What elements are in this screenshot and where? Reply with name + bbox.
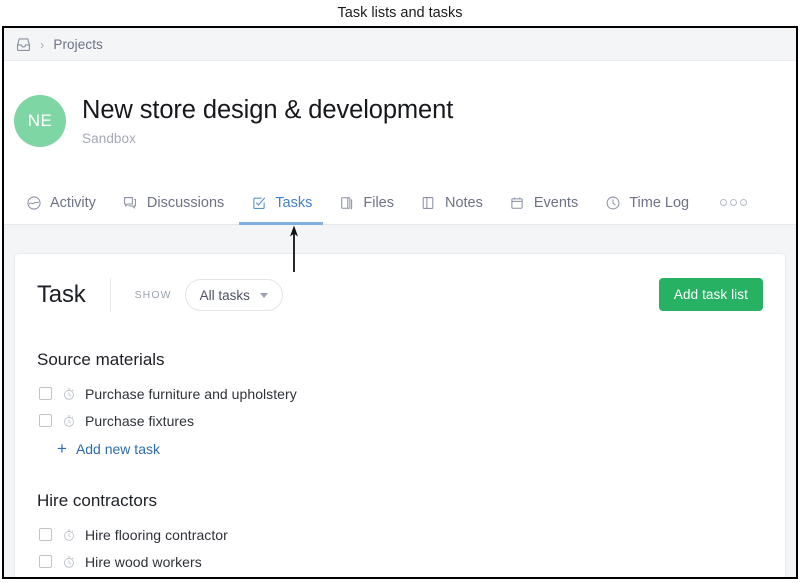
task-checkbox[interactable] (39, 528, 52, 541)
tab-notes-label: Notes (444, 194, 483, 211)
tab-time-log-label: Time Log (629, 194, 690, 211)
checkbox-check-icon (250, 194, 267, 211)
chevron-down-icon (259, 292, 268, 298)
project-subtitle: Sandbox (82, 130, 136, 146)
task-checkbox[interactable] (39, 387, 52, 400)
task-name: Purchase fixtures (85, 412, 195, 429)
tasks-heading: Task (37, 281, 86, 308)
content-region: Task SHOW All tasks Add task list Source… (4, 225, 796, 577)
task-row[interactable]: Purchase fixtures (37, 407, 763, 434)
notes-book-icon (420, 194, 437, 211)
tasks-card: Task SHOW All tasks Add task list Source… (14, 253, 786, 577)
task-name: Hire flooring contractor (85, 526, 228, 543)
stopwatch-icon[interactable] (61, 527, 76, 542)
breadcrumb-item-projects[interactable]: Projects (53, 37, 103, 52)
clock-icon (604, 194, 621, 211)
stopwatch-icon[interactable] (61, 413, 76, 428)
ellipsis-icon (720, 199, 748, 206)
tab-time-log[interactable]: Time Log (591, 181, 702, 224)
task-filter-value: All tasks (199, 287, 250, 303)
figure-caption: Task lists and tasks (337, 5, 463, 21)
inbox-icon[interactable] (14, 35, 32, 53)
tab-notes[interactable]: Notes (407, 181, 496, 224)
tab-activity[interactable]: Activity (12, 181, 109, 224)
breadcrumb-separator: › (40, 36, 45, 52)
project-title-block: New store design & development Sandbox (82, 96, 453, 145)
files-copy-icon (338, 194, 355, 211)
task-list-title: Source materials (37, 350, 165, 369)
tab-tasks[interactable]: Tasks (237, 181, 325, 225)
activity-wave-icon (25, 194, 42, 211)
project-header: NE New store design & development Sandbo… (4, 61, 796, 181)
task-name: Purchase furniture and upholstery (85, 385, 297, 402)
tab-events-label: Events (533, 194, 579, 211)
task-checkbox[interactable] (39, 414, 52, 427)
tasks-toolbar: Task SHOW All tasks Add task list (37, 254, 763, 336)
toolbar-divider (109, 278, 111, 312)
show-label: SHOW (134, 289, 172, 301)
page-title: New store design & development (82, 96, 454, 125)
calendar-icon (509, 194, 526, 211)
add-new-task-label: Add new task (75, 441, 160, 457)
tab-overflow-menu[interactable] (702, 181, 757, 224)
app-window: › Projects NE New store design & develop… (2, 26, 798, 579)
add-task-list-button[interactable]: Add task list (658, 278, 763, 311)
task-checkbox[interactable] (39, 555, 52, 568)
tab-bar: Activity Discussions Tasks Files Notes E… (4, 181, 796, 225)
task-row[interactable]: Hire wood workers (37, 548, 763, 575)
plus-icon: + (57, 439, 67, 458)
task-filter-select[interactable]: All tasks (184, 279, 283, 311)
tab-tasks-label: Tasks (275, 194, 313, 211)
task-list-hire-contractors: Hire contractors Hire flooring contracto… (37, 491, 763, 577)
tab-discussions-label: Discussions (146, 194, 225, 211)
task-name: Hire wood workers (85, 553, 202, 570)
task-list-title: Hire contractors (37, 491, 157, 510)
task-list-source-materials: Source materials Purchase furniture and … (37, 350, 763, 457)
tab-files[interactable]: Files (325, 181, 407, 224)
tab-discussions[interactable]: Discussions (109, 181, 237, 224)
tab-files-label: Files (363, 194, 394, 211)
stopwatch-icon[interactable] (61, 386, 76, 401)
breadcrumb: › Projects (4, 28, 796, 61)
avatar: NE (14, 95, 66, 147)
tab-activity-label: Activity (50, 194, 96, 211)
chat-bubble-icon (122, 194, 139, 211)
add-new-task-link[interactable]: + Add new task (57, 439, 763, 458)
stopwatch-icon[interactable] (61, 554, 76, 569)
task-row[interactable]: Purchase furniture and upholstery (37, 380, 763, 407)
task-row[interactable]: Hire flooring contractor (37, 521, 763, 548)
tab-events[interactable]: Events (496, 181, 591, 224)
